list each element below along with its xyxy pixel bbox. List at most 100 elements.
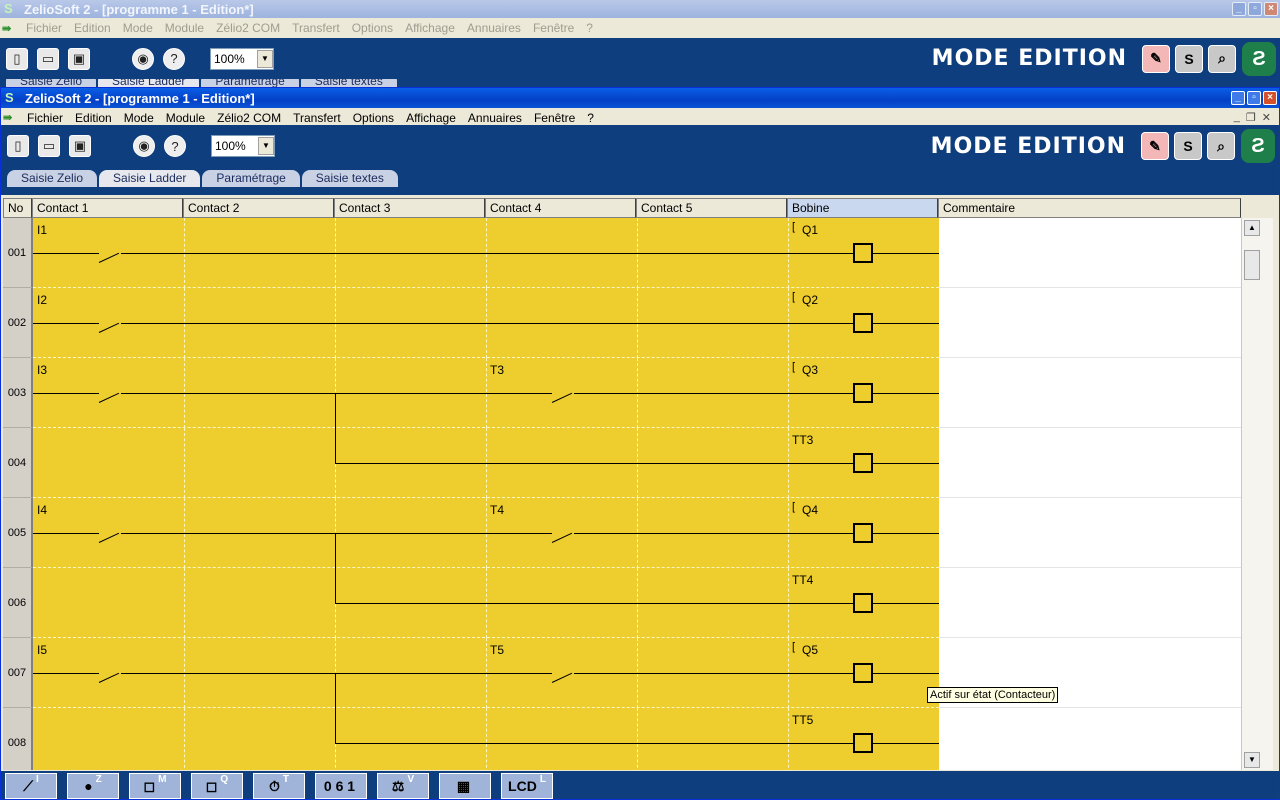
child-restore-button[interactable]: ❐ bbox=[1246, 111, 1256, 124]
output-icon[interactable]: ◻ Q bbox=[191, 773, 243, 799]
contact-symbol[interactable] bbox=[551, 392, 573, 403]
comment-cell[interactable] bbox=[939, 498, 1241, 568]
ladder-rung[interactable]: I1 [Q1 bbox=[33, 218, 939, 288]
coil-icon[interactable] bbox=[853, 523, 873, 543]
ladder-rung[interactable]: I2 [Q2 bbox=[33, 288, 939, 358]
new-file-icon[interactable]: ▯ bbox=[3, 45, 31, 73]
open-folder-icon[interactable]: ▭ bbox=[35, 132, 63, 160]
ladder-rung[interactable]: TT5 bbox=[33, 673, 939, 770]
eye-icon[interactable]: ◉ bbox=[130, 132, 158, 160]
table-row[interactable]: 006 TT4 bbox=[3, 533, 1241, 638]
minimize-button[interactable]: _ bbox=[1231, 91, 1245, 105]
close-button[interactable]: × bbox=[1263, 91, 1277, 105]
comment-cell[interactable] bbox=[939, 708, 1241, 770]
table-row[interactable]: 003 I3 T3 [Q3 bbox=[3, 358, 1241, 428]
new-file-icon[interactable]: ▯ bbox=[4, 132, 32, 160]
chevron-down-icon[interactable]: ▼ bbox=[258, 137, 274, 155]
table-row[interactable]: 002 I2 [Q2 bbox=[3, 288, 1241, 358]
ladder-rung[interactable]: I3 T3 [Q3 bbox=[33, 358, 939, 428]
simulation-mode-button[interactable]: S bbox=[1174, 132, 1202, 160]
ladder-rung[interactable]: TT3 bbox=[33, 393, 939, 498]
bg-menu-module[interactable]: Module bbox=[159, 18, 210, 38]
contact-symbol[interactable] bbox=[98, 252, 120, 263]
header-contact-5[interactable]: Contact 5 bbox=[636, 198, 787, 218]
help-icon[interactable]: ? bbox=[161, 132, 189, 160]
header-contact-1[interactable]: Contact 1 bbox=[32, 198, 183, 218]
header-no[interactable]: No bbox=[3, 198, 32, 218]
contact-symbol[interactable] bbox=[98, 322, 120, 333]
comment-cell[interactable] bbox=[939, 218, 1241, 288]
chevron-down-icon[interactable]: ▼ bbox=[257, 49, 273, 68]
close-button[interactable]: × bbox=[1264, 2, 1278, 16]
header-commentaire[interactable]: Commentaire bbox=[938, 198, 1241, 218]
contact-symbol[interactable] bbox=[551, 532, 573, 543]
contact-symbol[interactable] bbox=[98, 532, 120, 543]
lcd-icon[interactable]: LCD L bbox=[501, 773, 553, 799]
comment-cell[interactable] bbox=[939, 288, 1241, 358]
save-icon[interactable]: ▣ bbox=[65, 45, 93, 73]
comparator-icon[interactable]: ⚖ V bbox=[377, 773, 429, 799]
ladder-rung[interactable]: TT4 bbox=[33, 533, 939, 638]
ladder-rung[interactable]: I4 T4 [Q4 bbox=[33, 498, 939, 568]
eye-icon[interactable]: ◉ bbox=[129, 45, 157, 73]
comment-cell[interactable] bbox=[939, 428, 1241, 498]
bg-menu-zelio2com[interactable]: Zélio2 COM bbox=[210, 18, 286, 38]
scroll-down-icon[interactable]: ▼ bbox=[1244, 752, 1260, 768]
tab-saisie-ladder[interactable]: Saisie Ladder bbox=[99, 170, 201, 187]
monitoring-mode-icon[interactable]: ⌕ bbox=[1207, 132, 1235, 160]
vertical-scrollbar[interactable]: ▲ ▼ bbox=[1241, 218, 1273, 770]
tab-saisie-zelio[interactable]: Saisie Zelio bbox=[7, 170, 98, 187]
header-contact-4[interactable]: Contact 4 bbox=[485, 198, 636, 218]
coil-icon[interactable] bbox=[853, 243, 873, 263]
coil-icon[interactable] bbox=[853, 593, 873, 613]
minimize-button[interactable]: _ bbox=[1232, 2, 1246, 16]
coil-icon[interactable] bbox=[853, 663, 873, 683]
header-bobine[interactable]: Bobine bbox=[787, 198, 938, 218]
z-key-icon[interactable]: ● Z bbox=[67, 773, 119, 799]
comment-cell[interactable] bbox=[939, 568, 1241, 638]
open-folder-icon[interactable]: ▭ bbox=[34, 45, 62, 73]
restore-button[interactable]: ▫ bbox=[1247, 91, 1261, 105]
header-contact-2[interactable]: Contact 2 bbox=[183, 198, 334, 218]
bg-menu-annuaires[interactable]: Annuaires bbox=[461, 18, 527, 38]
ladder-rung[interactable]: I5 T5 [Q5 bbox=[33, 638, 939, 708]
timer-icon[interactable]: ⏱ T bbox=[253, 773, 305, 799]
bg-menu-fichier[interactable]: Fichier bbox=[20, 18, 68, 38]
contact-symbol[interactable] bbox=[98, 672, 120, 683]
edit-mode-icon[interactable]: ✎ bbox=[1142, 44, 1170, 73]
bg-menu-transfert[interactable]: Transfert bbox=[286, 18, 346, 38]
child-minimize-button[interactable]: _ bbox=[1234, 111, 1240, 124]
bg-zoom-select[interactable]: 100% ▼ bbox=[210, 47, 274, 70]
coil-icon[interactable] bbox=[853, 313, 873, 333]
simulation-mode-icon[interactable]: S bbox=[1175, 44, 1203, 73]
maximize-button[interactable]: ▫ bbox=[1248, 2, 1262, 16]
relay-icon[interactable]: ◻ M bbox=[129, 773, 181, 799]
bg-menu-mode[interactable]: Mode bbox=[117, 18, 159, 38]
header-contact-3[interactable]: Contact 3 bbox=[334, 198, 485, 218]
tab-parametrage[interactable]: Paramétrage bbox=[202, 170, 300, 187]
counter-icon[interactable]: 0 6 1 bbox=[315, 773, 367, 799]
contact-symbol[interactable] bbox=[98, 392, 120, 403]
bg-menu-help[interactable]: ? bbox=[580, 18, 599, 38]
table-row[interactable]: 005 I4 T4 [Q4 bbox=[3, 498, 1241, 568]
bg-menu-fenetre[interactable]: Fenêtre bbox=[527, 18, 580, 38]
coil-icon[interactable] bbox=[853, 733, 873, 753]
help-icon[interactable]: ? bbox=[160, 45, 188, 73]
tab-saisie-textes[interactable]: Saisie textes bbox=[301, 170, 398, 187]
table-row[interactable]: 008 TT5 bbox=[3, 673, 1241, 770]
scroll-up-icon[interactable]: ▲ bbox=[1244, 220, 1260, 236]
contact-symbol[interactable] bbox=[551, 672, 573, 683]
contact-icon[interactable]: ⟋ I bbox=[5, 773, 57, 799]
bg-menu-edition[interactable]: Edition bbox=[68, 18, 117, 38]
scroll-thumb[interactable] bbox=[1244, 250, 1260, 280]
monitoring-mode-icon[interactable]: ⌕ bbox=[1208, 44, 1236, 73]
coil-icon[interactable] bbox=[853, 453, 873, 473]
table-row[interactable]: 004 TT3 bbox=[3, 393, 1241, 498]
coil-icon[interactable] bbox=[853, 383, 873, 403]
zoom-select[interactable]: 100% ▼ bbox=[211, 135, 275, 157]
table-row[interactable]: 001 I1 [Q1 bbox=[3, 218, 1241, 288]
grid-icon[interactable]: ▦ bbox=[439, 773, 491, 799]
bg-menu-options[interactable]: Options bbox=[346, 18, 399, 38]
child-close-button[interactable]: ✕ bbox=[1262, 111, 1271, 124]
comment-cell[interactable] bbox=[939, 358, 1241, 428]
